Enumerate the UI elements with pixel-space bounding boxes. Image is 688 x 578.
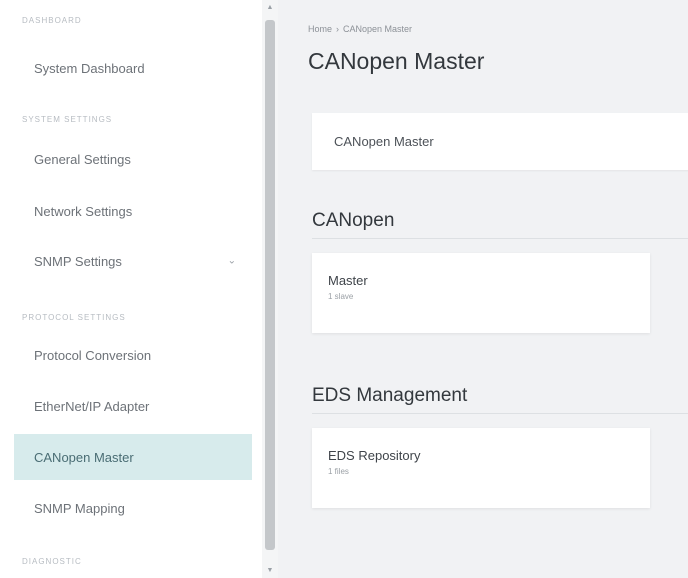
scrollbar-thumb[interactable] bbox=[265, 20, 275, 550]
sidebar-item-label: CANopen Master bbox=[34, 449, 134, 465]
sidebar-heading-protocol-settings: PROTOCOL SETTINGS bbox=[22, 313, 126, 322]
sidebar-item-system-dashboard[interactable]: System Dashboard bbox=[14, 45, 252, 91]
breadcrumb: Home › CANopen Master bbox=[308, 24, 412, 34]
sidebar-item-label: System Dashboard bbox=[34, 60, 145, 76]
sidebar-item-label: SNMP Mapping bbox=[34, 500, 125, 516]
sidebar-item-label: General Settings bbox=[34, 151, 131, 167]
tile-subtitle: 1 files bbox=[328, 467, 349, 476]
tile-master[interactable]: Master 1 slave bbox=[312, 253, 650, 333]
sidebar: DASHBOARD System Dashboard SYSTEM SETTIN… bbox=[0, 0, 262, 578]
sidebar-item-network-settings[interactable]: Network Settings bbox=[14, 188, 252, 234]
sidebar-item-snmp-mapping[interactable]: SNMP Mapping bbox=[14, 485, 252, 531]
sidebar-item-label: Network Settings bbox=[34, 203, 133, 219]
tile-title: EDS Repository bbox=[328, 448, 421, 463]
sidebar-item-label: SNMP Settings bbox=[34, 253, 122, 269]
sidebar-item-general-settings[interactable]: General Settings bbox=[14, 136, 252, 182]
sidebar-item-protocol-conversion[interactable]: Protocol Conversion bbox=[14, 332, 252, 378]
main-content: Home › CANopen Master CANopen Master CANop… bbox=[278, 0, 688, 578]
breadcrumb-home-link[interactable]: Home bbox=[308, 24, 332, 34]
breadcrumb-separator: › bbox=[336, 24, 340, 34]
scroll-up-icon[interactable]: ▲ bbox=[265, 4, 275, 11]
breadcrumb-current: CANopen Master bbox=[343, 24, 413, 34]
sidebar-item-label: Protocol Conversion bbox=[34, 347, 152, 363]
sidebar-item-label: EtherNet/IP Adapter bbox=[34, 398, 150, 414]
sidebar-heading-diagnostic: DIAGNOSTIC bbox=[22, 557, 82, 566]
section-divider bbox=[312, 413, 688, 414]
sidebar-item-canopen-master[interactable]: CANopen Master bbox=[14, 434, 252, 480]
header-card: CANopen Master bbox=[312, 113, 688, 170]
chevron-down-icon[interactable]: ⌄ bbox=[228, 256, 236, 267]
section-title-canopen: CANopen bbox=[312, 210, 395, 231]
tile-title: Master bbox=[328, 273, 368, 288]
tile-eds-repository[interactable]: EDS Repository 1 files bbox=[312, 428, 650, 508]
sidebar-heading-system-settings: SYSTEM SETTINGS bbox=[22, 115, 113, 124]
tile-subtitle: 1 slave bbox=[328, 292, 354, 301]
sidebar-item-ethernet-ip-adapter[interactable]: EtherNet/IP Adapter bbox=[14, 383, 252, 429]
page-title: CANopen Master bbox=[308, 48, 485, 74]
scroll-down-icon[interactable]: ▼ bbox=[265, 567, 275, 574]
section-title-eds-management: EDS Management bbox=[312, 385, 468, 406]
sidebar-scrollbar[interactable]: ▲ ▼ bbox=[262, 0, 278, 578]
sidebar-heading-dashboard: DASHBOARD bbox=[22, 16, 82, 25]
sidebar-item-snmp-settings[interactable]: SNMP Settings ⌄ bbox=[14, 238, 252, 284]
section-divider bbox=[312, 238, 688, 239]
header-card-label: CANopen Master bbox=[334, 134, 434, 149]
